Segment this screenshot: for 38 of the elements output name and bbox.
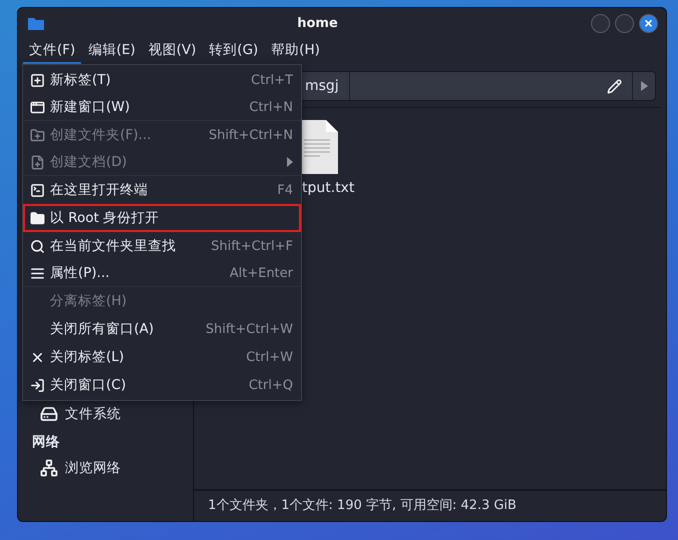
network-icon [40, 459, 58, 477]
status-bar: 1个文件夹，1个文件: 190 字节, 可用空间: 42.3 GiB [194, 489, 666, 521]
minimize-button[interactable] [591, 14, 610, 32]
caret-icon [640, 81, 648, 91]
file-plus-icon [30, 154, 45, 170]
menu-item[interactable]: 属性(P)... Alt+Enter [23, 260, 301, 287]
menu-item[interactable]: 以 Root 身份打开 [23, 204, 301, 232]
edit-icon[interactable] [607, 78, 622, 94]
terminal-icon [30, 182, 45, 198]
plus-square-icon [30, 72, 45, 88]
folder-icon [30, 210, 45, 226]
folder-icon [28, 16, 44, 30]
sidebar-item[interactable]: 浏览网络 [18, 455, 193, 481]
file-name[interactable]: tput.txt [302, 180, 354, 196]
maximize-button[interactable] [615, 14, 634, 32]
menu-bar-item[interactable]: 转到(G) [203, 38, 264, 64]
menu-item[interactable]: 在这里打开终端 F4 [23, 176, 301, 204]
menu-item[interactable]: 在当前文件夹里查找 Shift+Ctrl+F [23, 232, 301, 260]
exit-icon [30, 378, 45, 392]
menu-item[interactable]: 关闭窗口(C) Ctrl+Q [23, 371, 301, 399]
text-file-icon[interactable] [302, 120, 338, 174]
drive-icon [40, 405, 58, 423]
menu-bar-item[interactable]: 视图(V) [142, 38, 202, 64]
menu-bar-item[interactable]: 帮助(H) [265, 38, 326, 64]
menu-item[interactable]: 新标签(T) Ctrl+T [23, 66, 301, 94]
sidebar-item[interactable]: 文件系统 [18, 401, 193, 427]
search-icon [30, 238, 45, 254]
menu-item[interactable]: 关闭标签(L) Ctrl+W [23, 343, 301, 371]
menu-item[interactable]: 关闭所有窗口(A) Shift+Ctrl+W [23, 315, 301, 343]
folder-plus-icon [30, 128, 45, 142]
menu-bar-item[interactable]: 编辑(E) [82, 38, 142, 64]
window-title: home [296, 16, 339, 30]
window-icon [30, 100, 45, 114]
close-button[interactable]: × [639, 14, 658, 32]
sidebar-header: 网络 [31, 433, 61, 452]
menu-icon [30, 266, 45, 280]
path-segment[interactable]: msgj [301, 72, 350, 100]
menu-item[interactable]: 新建窗口(W) Ctrl+N [23, 94, 301, 121]
